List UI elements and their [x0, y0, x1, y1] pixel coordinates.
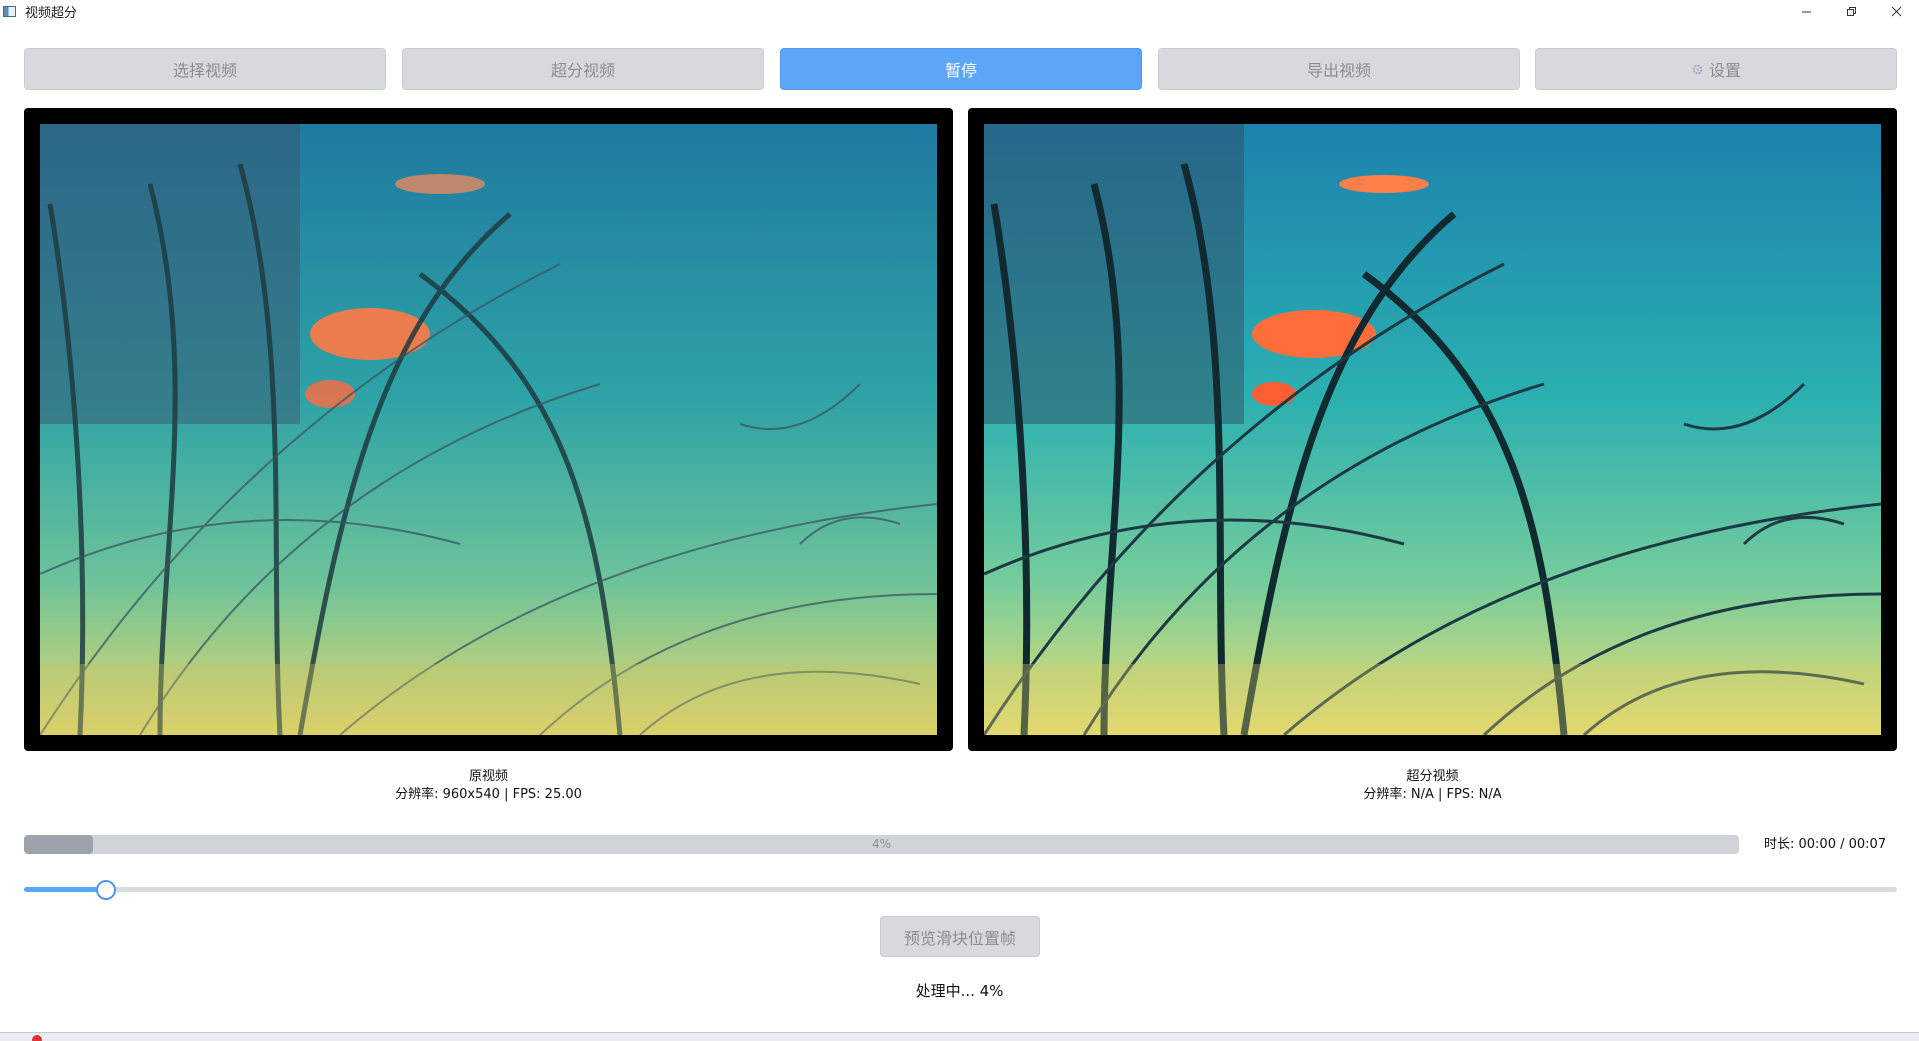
close-button[interactable]: [1874, 0, 1919, 22]
original-video-frame: [40, 124, 937, 735]
upscaled-video-info: 分辨率: N/A | FPS: N/A: [1363, 787, 1502, 802]
processing-progress-bar: 4%: [24, 835, 1739, 854]
taskbar-app-icon: [32, 1035, 42, 1041]
settings-button[interactable]: 设置: [1535, 48, 1897, 90]
slider-track[interactable]: [24, 887, 1897, 892]
status-text: 处理中... 4%: [915, 982, 1004, 1000]
seek-slider[interactable]: [24, 880, 1897, 900]
window-controls: [1784, 0, 1919, 22]
window-title: 视频超分: [25, 5, 78, 21]
restore-button[interactable]: [1829, 0, 1874, 22]
original-video-title: 原视频: [468, 769, 508, 784]
slider-fill: [24, 887, 105, 892]
close-icon: [1891, 6, 1902, 16]
upscaled-video-caption: 超分视频 分辨率: N/A | FPS: N/A: [968, 768, 1897, 804]
select-video-button[interactable]: 选择视频: [24, 48, 386, 90]
duration-label: 时长: 00:00 / 00:07: [1764, 837, 1887, 852]
upscaled-video-title: 超分视频: [1406, 769, 1459, 784]
progress-text: 4%: [871, 837, 892, 851]
original-video-panel: [24, 108, 953, 751]
restore-icon: [1847, 6, 1856, 16]
export-video-button[interactable]: 导出视频: [1158, 48, 1520, 90]
upscaled-video-panel: [968, 108, 1897, 751]
app-window: 视频超分 选择视频 超分视频 暂停 导出视频 设置 原视频 分辨率: 960x5…: [0, 0, 1919, 1041]
toolbar: 选择视频 超分视频 暂停 导出视频 设置: [24, 48, 1897, 91]
minimize-icon: [1802, 11, 1811, 12]
preview-frame-button[interactable]: 预览滑块位置帧: [880, 916, 1040, 957]
settings-label: 设置: [1708, 61, 1741, 80]
original-video-caption: 原视频 分辨率: 960x540 | FPS: 25.00: [24, 768, 953, 804]
gear-icon: [1692, 64, 1703, 74]
taskbar-edge: [0, 1032, 1919, 1041]
pause-button[interactable]: 暂停: [780, 48, 1142, 90]
slider-handle[interactable]: [95, 880, 116, 900]
title-bar: 视频超分: [0, 0, 1919, 22]
original-video-info: 分辨率: 960x540 | FPS: 25.00: [395, 787, 582, 802]
app-icon: [3, 5, 16, 17]
minimize-button[interactable]: [1784, 0, 1829, 22]
upscale-video-button[interactable]: 超分视频: [402, 48, 764, 90]
upscaled-video-frame: [984, 124, 1881, 735]
